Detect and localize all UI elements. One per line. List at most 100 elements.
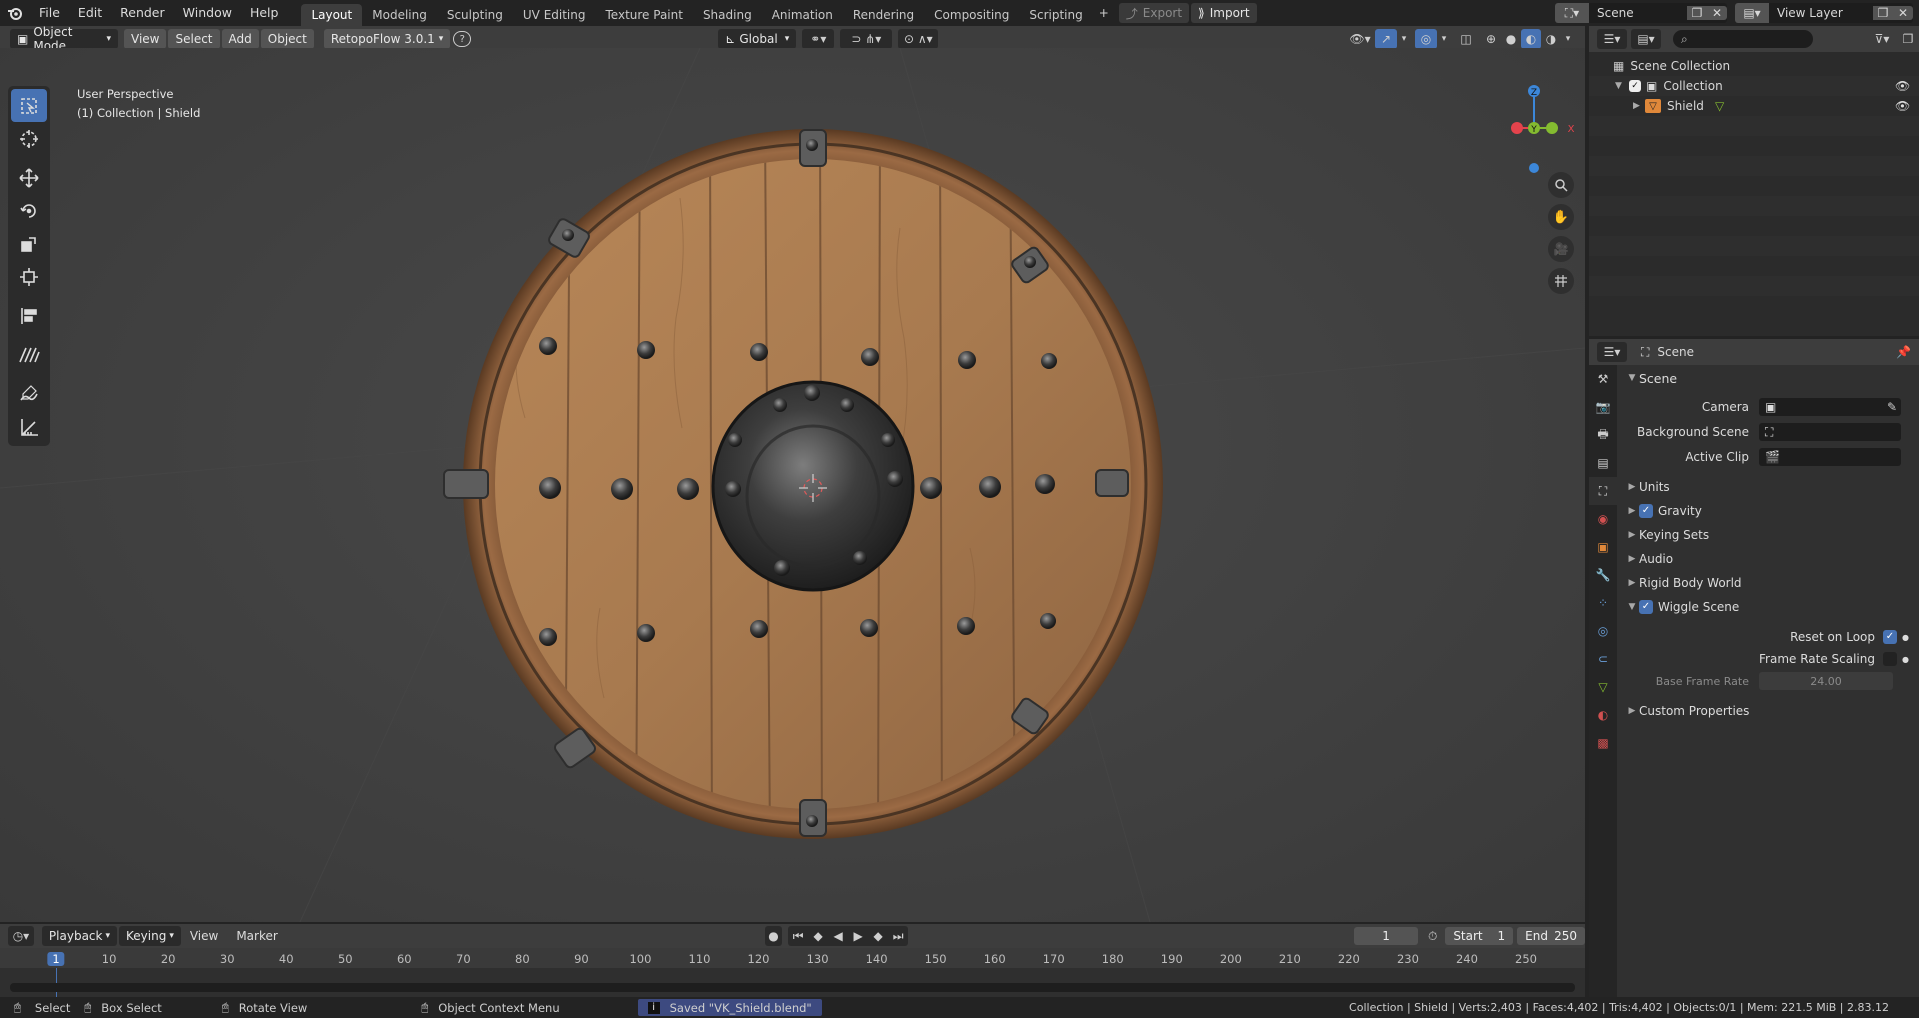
tab-shading[interactable]: Shading — [693, 4, 762, 26]
display-mode-icon[interactable]: ▤▾ — [1631, 29, 1661, 49]
physics-tab-icon[interactable]: ◎ — [1589, 617, 1617, 645]
collapse-icon[interactable]: ▼ — [1615, 81, 1629, 91]
exclude-checkbox[interactable]: ✓ — [1629, 80, 1641, 92]
menu-view[interactable]: View — [124, 29, 167, 49]
stopwatch-icon[interactable]: ⏱ — [1424, 926, 1441, 946]
tab-rendering[interactable]: Rendering — [843, 4, 924, 26]
editor-type-icon[interactable]: ◷▾ — [8, 926, 34, 946]
scale-tool-icon[interactable] — [11, 227, 47, 260]
wiggle-scene-section[interactable]: ▼ ✓ Wiggle Scene — [1617, 596, 1919, 618]
status-message-box[interactable]: i Saved "VK_Shield.blend" — [637, 999, 822, 1016]
tab-scripting[interactable]: Scripting — [1019, 4, 1092, 26]
import-button[interactable]: ⟫ Import — [1191, 3, 1257, 23]
object-mode-dropdown[interactable]: ▣ Object Mode ▾ — [10, 25, 118, 53]
tab-animation[interactable]: Animation — [762, 4, 843, 26]
data-tab-icon[interactable]: ▽ — [1589, 673, 1617, 701]
eye-icon[interactable]: 👁 — [1895, 99, 1919, 113]
search-input[interactable] — [1691, 31, 1802, 47]
modifier-tab-icon[interactable]: 🔧 — [1589, 561, 1617, 589]
reset-on-loop-checkbox[interactable]: ✓ — [1883, 630, 1897, 644]
outliner-row-shield[interactable]: ▶ ▽ Shield ▽ 👁 — [1589, 96, 1919, 116]
snap-icon[interactable]: ⊃ ⋔▾ — [840, 29, 893, 49]
export-button[interactable]: ⤴ Export — [1118, 3, 1190, 23]
scene-panel-header[interactable]: ▼ Scene — [1617, 367, 1919, 389]
delete-scene-icon[interactable]: ✕ — [1707, 6, 1727, 20]
transform-orientation-dropdown[interactable]: ⊾ Global ▾ — [718, 29, 797, 49]
tab-texture-paint[interactable]: Texture Paint — [596, 4, 693, 26]
end-frame-field[interactable]: End 250 — [1517, 927, 1585, 945]
wireframe-shading-icon[interactable]: ⊕ — [1481, 29, 1501, 49]
menu-object[interactable]: Object — [260, 29, 314, 49]
start-frame-field[interactable]: Start 1 — [1445, 927, 1514, 945]
mesh-data-icon[interactable]: ▽ — [1715, 99, 1724, 113]
outliner-row-scene-collection[interactable]: ▦ Scene Collection — [1589, 56, 1919, 76]
constraints-tab-icon[interactable]: ⊂ — [1589, 645, 1617, 673]
menu-window[interactable]: Window — [174, 0, 241, 26]
menu-select[interactable]: Select — [168, 29, 220, 49]
menu-help[interactable]: Help — [241, 0, 288, 26]
overlays-toggle-icon[interactable]: ◎ — [1415, 29, 1437, 49]
next-keyframe-icon[interactable]: ◆ — [868, 926, 888, 946]
jump-start-icon[interactable]: ⏮ — [788, 926, 808, 946]
audio-section[interactable]: ▶ Audio — [1617, 548, 1919, 570]
texture-tab-icon[interactable]: ▩ — [1589, 729, 1617, 757]
proportional-edit-icon[interactable]: ⊙ ∧▾ — [898, 29, 939, 49]
material-tab-icon[interactable]: ◐ — [1589, 701, 1617, 729]
material-shading-icon[interactable]: ◐ — [1521, 29, 1541, 49]
animate-dot-icon[interactable]: ● — [1902, 655, 1909, 664]
rendered-shading-icon[interactable]: ◑ — [1541, 29, 1561, 49]
jump-end-icon[interactable]: ⏭ — [888, 926, 908, 946]
pan-hand-icon[interactable]: ✋ — [1548, 204, 1574, 230]
units-section[interactable]: ▶ Units — [1617, 476, 1919, 498]
cursor-tool-icon[interactable] — [11, 122, 47, 155]
tab-layout[interactable]: Layout — [301, 4, 363, 26]
current-frame-field[interactable]: 1 — [1354, 927, 1419, 945]
rigid-body-world-section[interactable]: ▶ Rigid Body World — [1617, 572, 1919, 594]
retopoflow-dropdown[interactable]: RetopoFlow 3.0.1 ▾ — [323, 29, 451, 49]
blender-logo-icon[interactable] — [0, 5, 30, 21]
help-icon[interactable]: ? — [453, 31, 472, 47]
render-tab-icon[interactable]: 📷 — [1589, 393, 1617, 421]
tab-uv-editing[interactable]: UV Editing — [513, 4, 596, 26]
pin-icon[interactable]: 📌 — [1896, 345, 1911, 359]
gizmo-toggle-icon[interactable]: ↗ — [1375, 29, 1397, 49]
copy-view-layer-icon[interactable]: ❐ — [1873, 6, 1893, 20]
measure-tool-icon[interactable] — [11, 410, 47, 443]
camera-view-icon[interactable]: 🎥 — [1548, 236, 1574, 262]
solid-shading-icon[interactable]: ● — [1501, 29, 1521, 49]
view-layer-tab-icon[interactable]: ▤ — [1589, 449, 1617, 477]
filter-icon[interactable]: ⊽▾ — [1867, 29, 1897, 49]
base-frame-rate-field[interactable]: 24.00 — [1759, 672, 1893, 690]
view-layer-selector[interactable]: ▤▾ View Layer ❐ ✕ — [1735, 3, 1913, 23]
playback-menu[interactable]: Playback ▾ — [41, 926, 117, 946]
shading-options-icon[interactable]: ▾ — [1561, 29, 1575, 49]
tab-modeling[interactable]: Modeling — [362, 4, 437, 26]
menu-edit[interactable]: Edit — [69, 0, 111, 26]
background-scene-field[interactable]: ⛶ — [1759, 423, 1901, 441]
record-icon[interactable]: ● — [764, 926, 783, 946]
new-collection-icon[interactable]: ❐ — [1897, 29, 1919, 49]
gravity-section[interactable]: ▶ ✓ Gravity — [1617, 500, 1919, 522]
timeline-ruler[interactable]: 1 10 20 30 40 50 60 70 80 90 100 110 120 130 140 150 160… — [0, 948, 1585, 997]
outliner-search[interactable]: ⌕ — [1673, 30, 1813, 48]
xray-icon[interactable]: ◫ — [1455, 29, 1477, 49]
timeline-scrollbar[interactable] — [10, 983, 1575, 992]
overlays-dropdown-icon[interactable]: ▾ — [1437, 29, 1451, 49]
tab-sculpting[interactable]: Sculpting — [437, 4, 513, 26]
output-tab-icon[interactable]: 🖶 — [1589, 421, 1617, 449]
delete-view-layer-icon[interactable]: ✕ — [1893, 6, 1913, 20]
frame-rate-scaling-checkbox[interactable] — [1883, 652, 1897, 666]
editor-type-icon[interactable]: ☰▾ — [1597, 342, 1627, 362]
tab-compositing[interactable]: Compositing — [924, 4, 1019, 26]
annotate-tool-icon[interactable] — [11, 377, 47, 410]
particles-tab-icon[interactable]: ⁘ — [1589, 589, 1617, 617]
ortho-grid-icon[interactable] — [1548, 268, 1574, 294]
zoom-icon[interactable] — [1548, 172, 1574, 198]
keying-sets-section[interactable]: ▶ Keying Sets — [1617, 524, 1919, 546]
visibility-icon[interactable]: 👁▾ — [1345, 29, 1375, 49]
add-workspace-icon[interactable]: + — [1095, 3, 1113, 23]
rotate-tool-icon[interactable] — [11, 194, 47, 227]
prev-keyframe-icon[interactable]: ◆ — [808, 926, 828, 946]
scene-tab-icon[interactable]: ⛶ — [1589, 477, 1617, 505]
keying-menu[interactable]: Keying ▾ — [119, 926, 181, 946]
